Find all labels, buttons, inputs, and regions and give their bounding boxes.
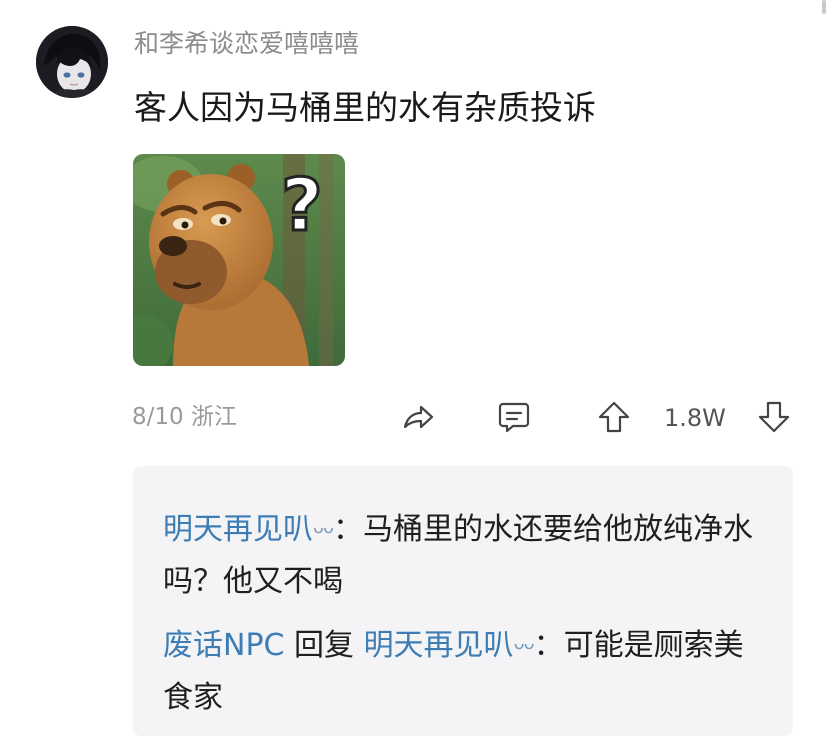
reply-target-emoji: ᴗᴗ [513,633,535,654]
post-text: 客人因为马桶里的水有杂质投诉 [134,88,596,127]
upvote-count: 1.8W [664,404,726,432]
reply-nickname[interactable]: 废话NPC [163,628,284,663]
downvote-icon [758,401,790,433]
reply-item[interactable]: 明天再见叭ᴗᴗ：马桶里的水还要给他放纯净水吗？他又不喝 [163,502,773,608]
comment-button[interactable] [494,397,534,437]
share-icon [403,405,434,429]
reply-separator: ： [533,628,564,663]
upvote-icon [598,401,630,433]
username[interactable]: 和李希谈恋爱嘻嘻嘻 [134,26,359,62]
scrollbar[interactable] [822,0,826,14]
comment-icon [498,402,530,433]
post-image[interactable]: ? [133,154,345,366]
reply-item[interactable]: 废话NPC 回复 明天再见叭ᴗᴗ：可能是厕索美食家 [163,618,773,724]
post-meta: 8/10 浙江 [132,404,237,430]
reply-section: 明天再见叭ᴗᴗ：马桶里的水还要给他放纯净水吗？他又不喝 废话NPC 回复 明天再… [133,466,793,736]
downvote-button[interactable] [754,397,794,437]
reply-nickname-emoji: ᴗᴗ [313,517,334,538]
upvote-button[interactable] [594,397,634,437]
bear-question-meme-image: ? [133,154,345,366]
question-mark-glyph: ? [281,163,323,247]
avatar[interactable] [36,26,108,98]
reply-separator: ： [333,512,364,547]
reply-nickname[interactable]: 明天再见叭 [163,512,313,547]
reply-target-nickname[interactable]: 明天再见叭 [364,628,514,663]
share-button[interactable] [398,397,438,437]
avatar-image [36,26,108,98]
reply-word: 回复 [284,628,364,663]
